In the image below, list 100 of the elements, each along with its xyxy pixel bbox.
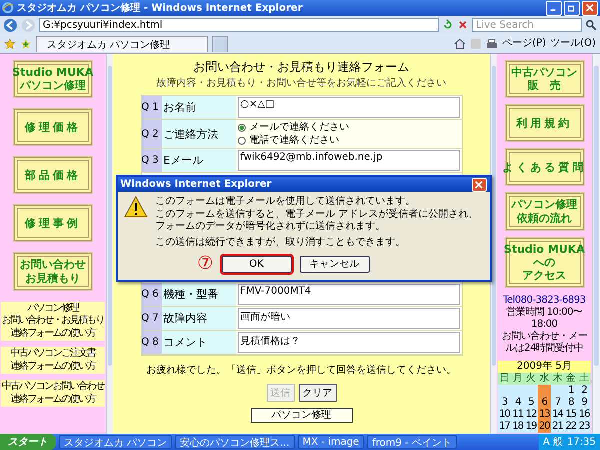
question-number: Q 2 — [142, 120, 162, 148]
dialog-title: Windows Internet Explorer — [120, 179, 272, 190]
browser-logo-icon — [2, 2, 14, 14]
question-number: Q 7 — [142, 307, 162, 330]
warning-icon — [124, 196, 148, 218]
calendar-day: 23 — [578, 421, 591, 434]
calendar-day: 8 — [564, 397, 578, 410]
question-label: Eメール — [162, 149, 236, 172]
calendar-day: 3 — [498, 397, 512, 410]
home-icon[interactable] — [454, 38, 466, 50]
calendar-day: 1 — [564, 385, 578, 398]
answer-field[interactable]: 見積価格は？ — [238, 332, 460, 353]
calendar-day: 22 — [564, 421, 578, 434]
calendar-day: 6 — [538, 397, 552, 410]
sidebar-nav-button[interactable]: お問い合わせ お見積もり — [14, 253, 92, 290]
sidebar-nav-button[interactable]: 修理価格 — [14, 109, 92, 146]
search-icon[interactable] — [585, 19, 597, 31]
sidebar-nav-button[interactable]: パソコン修理 依頼の流れ — [506, 193, 584, 230]
stop-icon[interactable] — [457, 19, 469, 31]
form-title: お問い合わせ・お見積もり連絡フォーム — [194, 59, 410, 76]
dialog-button[interactable]: キャンセル — [300, 256, 370, 272]
form-subtitle: 故障内容・お見積もり・お問い合せ等をお気軽にご記入ください — [156, 76, 446, 91]
contact-info: Tel080-3823-6893 — [503, 295, 586, 306]
question-label: 機種・型番 — [162, 283, 236, 306]
weekday-header: 木 — [551, 373, 564, 386]
calendar-day: 14 — [551, 409, 564, 422]
close-icon — [586, 4, 594, 12]
footer-link[interactable]: パソコン修理 — [250, 408, 352, 423]
sidebar-nav-button[interactable]: 利用規約 — [506, 105, 584, 142]
back-icon[interactable] — [3, 18, 18, 32]
question-label: コメント — [162, 331, 236, 354]
sidebar-nav-button[interactable]: 部品価格 — [14, 157, 92, 194]
close-button[interactable] — [582, 0, 598, 16]
calendar-day: 11 — [511, 409, 525, 422]
dialog-message: このフォームは電子メールを使用して送信されています。 — [156, 196, 416, 208]
dialog-message: この送信は続行できますが、取り消すこともできます。 — [156, 236, 406, 249]
calendar-day: 16 — [578, 409, 591, 422]
weekday-header: 火 — [524, 373, 538, 386]
restore-icon — [568, 4, 576, 12]
answer-field[interactable]: fwik6492@mb.infoweb.ne.jp — [238, 150, 460, 171]
sidebar-link[interactable]: 中古パソコンお問い合わせ 連絡フォームの使い方 — [1, 380, 105, 408]
answer-field[interactable]: 画面が暗い — [238, 308, 460, 329]
taskbar-button[interactable]: MX - image — [298, 435, 364, 449]
taskbar-button[interactable]: from9 - ペイント — [367, 435, 457, 449]
form-button[interactable]: クリア — [298, 384, 336, 402]
contact-info: 営業時間 10:00〜18:00 — [505, 307, 584, 331]
radio-option[interactable]: 電話で連絡ください — [238, 134, 460, 147]
address-field[interactable]: G:¥pcsyuuri¥index.html — [39, 18, 439, 32]
browser-tab[interactable]: スタジオムカ パソコン修理 — [36, 36, 208, 52]
sidebar-nav-button[interactable]: Studio MUKA パソコン修理 — [14, 61, 92, 98]
calendar-day: 5 — [524, 397, 538, 410]
scrollbar[interactable] — [490, 54, 497, 434]
calendar-day: 4 — [511, 397, 525, 410]
sidebar-nav-button[interactable]: Studio MUKA への アクセス — [506, 238, 584, 288]
question-number: Q 3 — [142, 149, 162, 172]
search-field[interactable]: Live Search — [472, 18, 582, 32]
question-number: Q 8 — [142, 331, 162, 354]
taskbar-button[interactable]: スタジオムカ パソコン — [59, 435, 172, 449]
close-icon — [475, 180, 483, 188]
print-icon[interactable] — [486, 38, 498, 50]
radio-option[interactable]: メールで連絡ください — [238, 121, 460, 134]
weekday-header: 土 — [578, 373, 591, 386]
sidebar-nav-button[interactable]: 修理事例 — [14, 205, 92, 242]
start-button[interactable]: スタート — [0, 434, 56, 450]
dialog-button[interactable]: OK — [222, 256, 292, 272]
calendar-day: 9 — [578, 397, 591, 410]
taskbar-button[interactable]: 安心のパソコン修理ス... — [175, 435, 295, 449]
clock: 17:35 — [567, 436, 596, 448]
question-label: ご連絡方法 — [162, 120, 236, 148]
calendar-day: 15 — [564, 409, 578, 422]
calendar-day: 17 — [498, 421, 512, 434]
favorites-star-icon[interactable] — [4, 38, 16, 50]
calendar-title: 2009年 5月 — [498, 361, 591, 374]
sidebar-nav-button[interactable]: 中古パソコン 販 売 — [506, 61, 584, 98]
dialog-message: このフォームを送信すると、電子メール アドレスが受信者に公開され、フォームのデータが暗号化されずに送信されます。 — [156, 208, 480, 234]
close-button[interactable] — [472, 178, 486, 192]
answer-field[interactable]: ○×△□ — [238, 97, 460, 118]
question-number: Q 1 — [142, 96, 162, 119]
sidebar-link[interactable]: パソコン修理 お問い合わせ・お見積もり 連絡フォームの使い方 — [1, 302, 105, 342]
scrollbar[interactable] — [106, 54, 113, 434]
question-label: お名前 — [162, 96, 236, 119]
weekday-header: 月 — [511, 373, 525, 386]
calendar-day: 21 — [551, 421, 564, 434]
window-title: スタジオムカ パソコン修理 - Windows Internet Explorer — [17, 2, 304, 15]
calendar-day: 12 — [524, 409, 538, 422]
toolbar-menu[interactable]: ツール(O) — [550, 36, 596, 50]
calendar-day: 20 — [538, 421, 552, 434]
weekday-header: 日 — [498, 373, 512, 386]
scrollbar[interactable] — [592, 54, 600, 434]
question-label: 故障内容 — [162, 307, 236, 330]
sidebar-nav-button[interactable]: よくある質問 — [506, 149, 584, 186]
answer-field[interactable]: FMV-7000MT4 — [238, 284, 460, 305]
minimize-button[interactable] — [546, 0, 562, 16]
toolbar-menu[interactable]: ページ(P) — [502, 36, 546, 50]
restore-button[interactable] — [564, 0, 580, 16]
add-favorite-icon[interactable] — [20, 38, 32, 50]
step-annotation: ⑦ — [197, 253, 214, 275]
refresh-icon[interactable] — [442, 19, 454, 31]
sidebar-link[interactable]: 中古パソコンご注文書 連絡フォームの使い方 — [1, 347, 105, 374]
instruction-text: お疲れ様でした。「送信」ボタンを押して回答を送信してください。 — [146, 364, 456, 378]
